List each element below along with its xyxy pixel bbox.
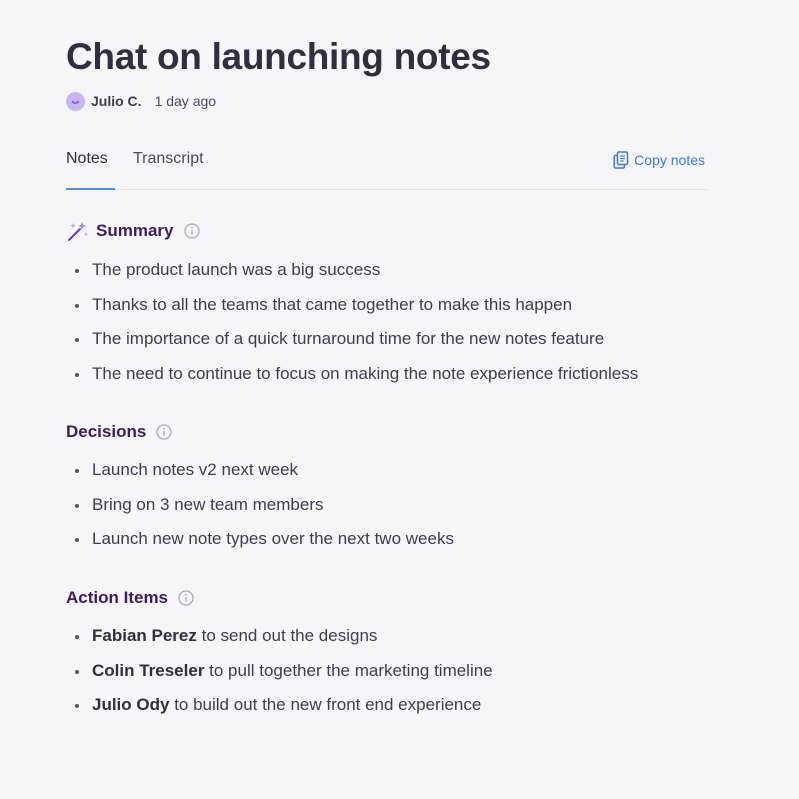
summary-list: The product launch was a big success Tha… [66, 260, 638, 399]
meeting-meta: Julio C. 1 day ago [66, 91, 216, 111]
info-icon[interactable] [156, 424, 172, 440]
notes-page: Chat on launching notes Julio C. 1 day a… [0, 0, 799, 799]
task-text: to send out the designs [196, 626, 378, 645]
author-name[interactable]: Julio C. [91, 93, 142, 109]
list-item: Julio Ody to build out the new front end… [66, 695, 493, 730]
smiley-avatar-icon [66, 91, 85, 111]
tab-notes[interactable]: Notes [66, 150, 108, 168]
active-tab-indicator [66, 188, 115, 190]
list-item: The product launch was a big success [66, 260, 638, 295]
decisions-header: Decisions [66, 420, 172, 444]
action-items-list: Fabian Perez to send out the designs Col… [66, 626, 493, 730]
decisions-list: Launch notes v2 next week Bring on 3 new… [66, 460, 454, 564]
info-icon[interactable] [178, 590, 194, 606]
copy-icon [613, 151, 629, 169]
assignee-name[interactable]: Fabian Perez [92, 626, 197, 645]
task-text: to build out the new front end experienc… [169, 695, 482, 715]
list-item: Bring on 3 new team members [66, 495, 454, 530]
copy-notes-label: Copy notes [634, 152, 705, 168]
list-item: The importance of a quick turnaround tim… [66, 329, 638, 364]
action-items-header: Action Items [66, 586, 194, 610]
summary-title: Summary [96, 221, 174, 240]
tab-transcript[interactable]: Transcript [133, 150, 204, 168]
task-text: to pull together the marketing timeline [204, 660, 493, 680]
action-items-title: Action Items [66, 588, 169, 607]
magic-wand-sparkle-icon [66, 219, 90, 243]
summary-header: Summary [66, 219, 201, 243]
list-item: Colin Treseler to pull together the mark… [66, 661, 493, 696]
info-icon[interactable] [184, 223, 201, 239]
list-item: Fabian Perez to send out the designs [66, 626, 493, 661]
list-item: The need to continue to focus on making … [66, 364, 638, 399]
page-title: Chat on launching notes [66, 36, 491, 77]
copy-notes-button[interactable]: Copy notes [613, 151, 705, 169]
list-item: Launch new note types over the next two … [66, 529, 454, 564]
meeting-time: 1 day ago [154, 93, 217, 109]
tab-bar: Notes Transcript Copy notes [66, 146, 708, 190]
decisions-title: Decisions [66, 422, 147, 441]
assignee-name[interactable]: Julio Ody [92, 695, 169, 714]
list-item: Thanks to all the teams that came togeth… [66, 295, 638, 330]
assignee-name[interactable]: Colin Treseler [92, 661, 204, 680]
list-item: Launch notes v2 next week [66, 460, 454, 495]
